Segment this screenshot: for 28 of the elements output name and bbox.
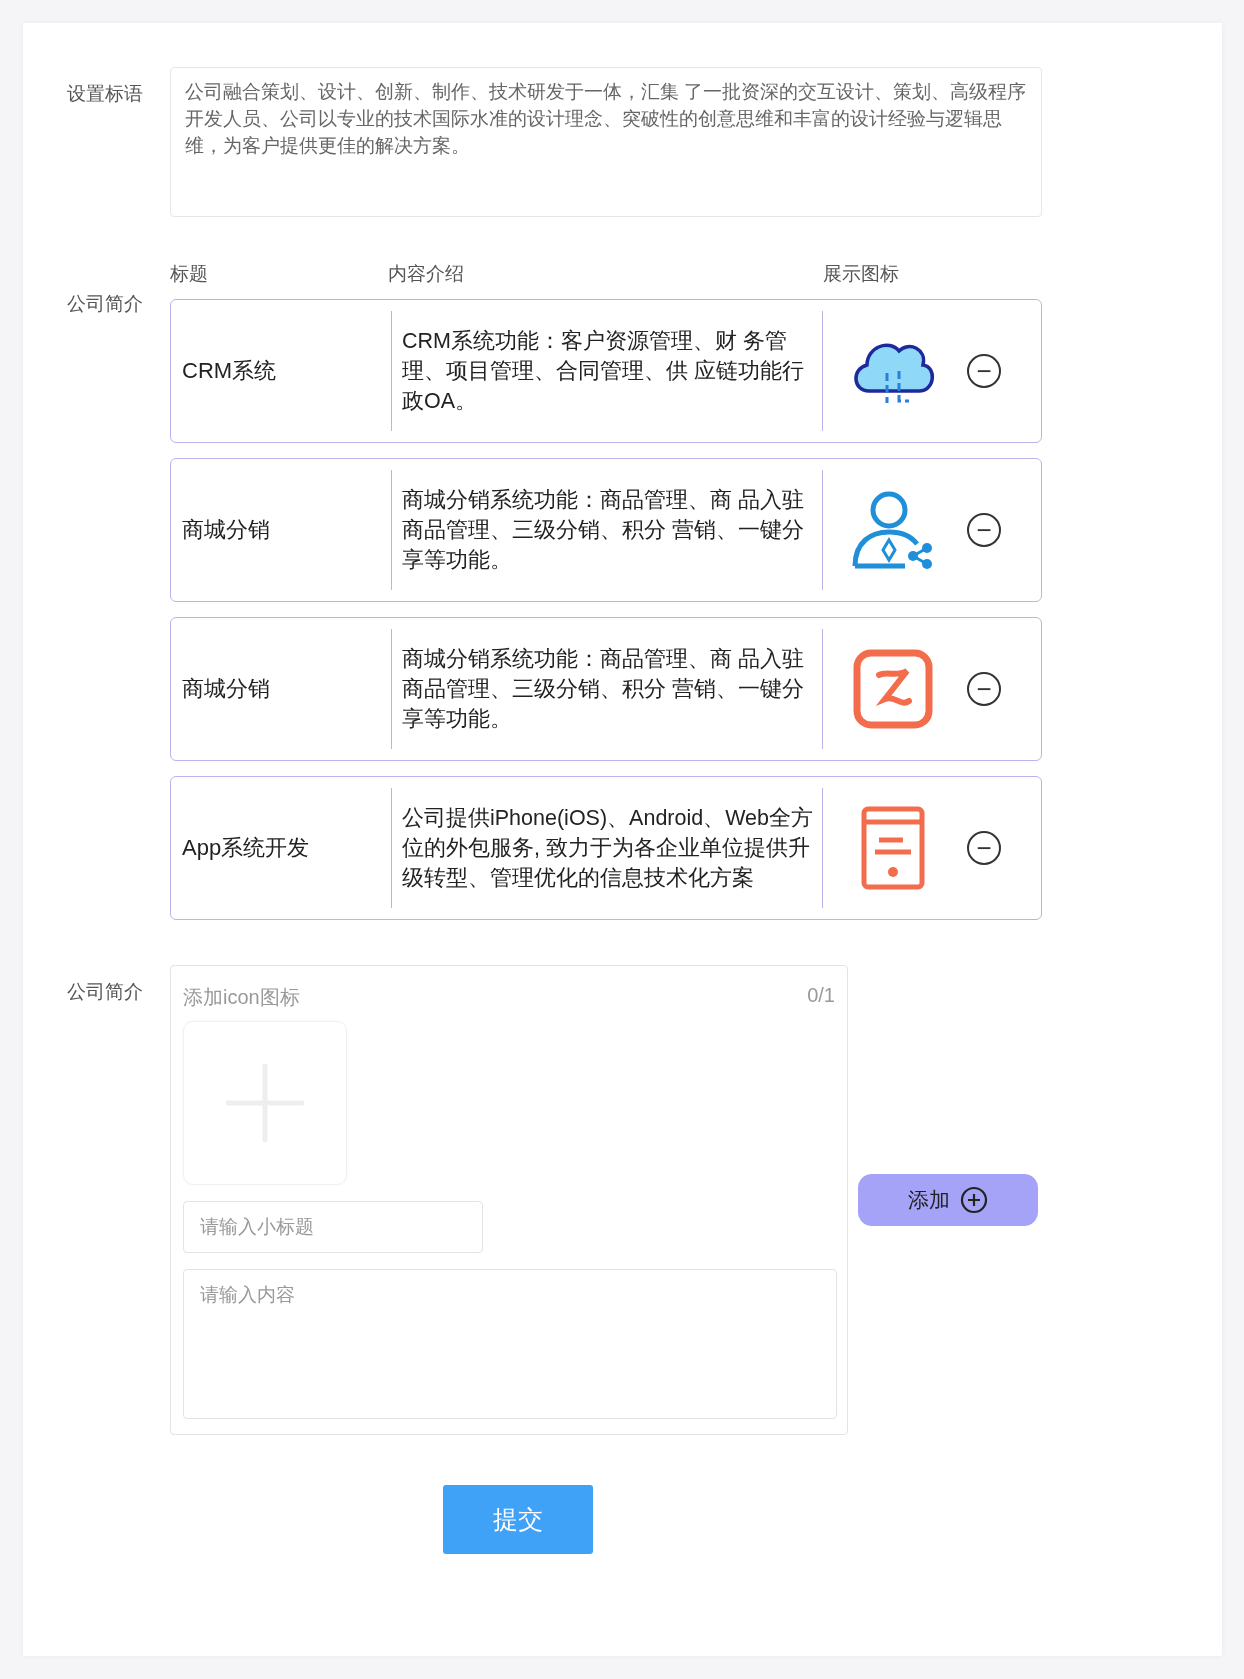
- column-header: 标题: [170, 262, 209, 286]
- remove-button[interactable]: −: [967, 672, 1001, 706]
- add-button[interactable]: 添加: [858, 1174, 1038, 1226]
- feature-description: 商城分销系统功能：商品管理、商 品入驻商品管理、三级分销、积分 营销、一键分享等功能。: [392, 470, 823, 590]
- feature-title: 商城分销: [171, 629, 392, 749]
- subtitle-input[interactable]: 请输入小标题: [183, 1201, 483, 1253]
- remove-button[interactable]: −: [967, 354, 1001, 388]
- content-input[interactable]: 请输入内容: [183, 1269, 837, 1419]
- feature-description: 公司提供iPhone(iOS)、Android、Web全方位的外包服务, 致力于为各企业单位提供升级转型、管理优化的信息技术化方案: [392, 788, 823, 908]
- feature-title: App系统开发: [171, 788, 392, 908]
- slogan-field[interactable]: 公司融合策划、设计、创新、制作、技术研发于一体，汇集 了一批资深的交互设计、策划、高级程序开发人员、公司以专业的技术国际水准的设计理念、突破性的创意思维和丰富的设计经验与逻辑思维，为客户提供更佳的解决方案。: [170, 67, 1042, 217]
- tablet-icon: [861, 806, 925, 890]
- upload-count: 0/1: [807, 984, 835, 1008]
- person-share-icon: [851, 490, 935, 570]
- field-label: 公司简介: [66, 292, 144, 316]
- column-header: 内容介绍: [388, 262, 465, 286]
- feature-title: CRM系统: [171, 311, 392, 431]
- upload-label: 添加icon图标: [183, 985, 300, 1010]
- field-label: 公司简介: [66, 980, 144, 1004]
- column-header: 展示图标: [823, 262, 900, 286]
- feature-title: 商城分销: [171, 470, 392, 590]
- remove-button[interactable]: −: [967, 513, 1001, 547]
- plus-circle-icon: [960, 1186, 988, 1214]
- feature-description: CRM系统功能：客户资源管理、财 务管理、项目管理、合同管理、供 应链功能行政OA。: [392, 311, 823, 431]
- app-icon: [853, 649, 933, 729]
- feature-description: 商城分销系统功能：商品管理、商 品入驻商品管理、三级分销、积分 营销、一键分享等功能。: [392, 629, 823, 749]
- remove-button[interactable]: −: [967, 831, 1001, 865]
- field-label: 设置标语: [66, 82, 144, 106]
